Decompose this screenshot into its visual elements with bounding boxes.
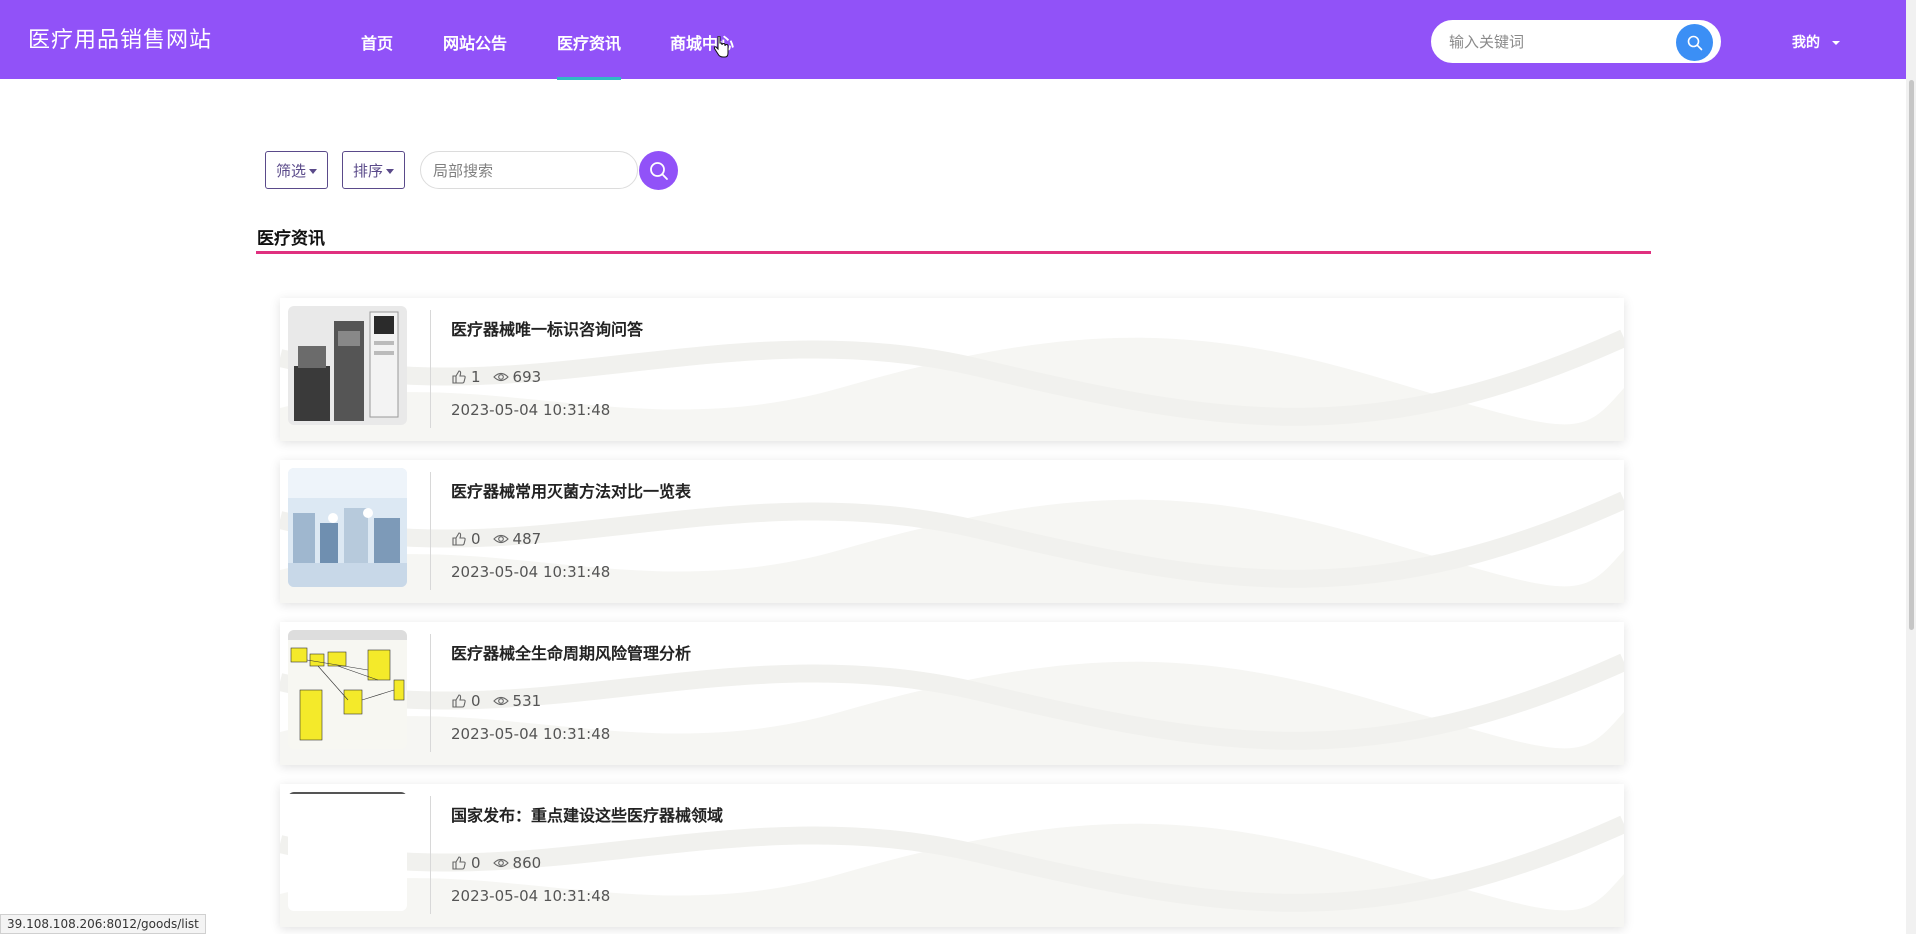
article-card[interactable]: 医疗器械唯一标识咨询问答 1 693 2023-05-04 10:31:48 (280, 298, 1624, 441)
local-search-button[interactable] (639, 151, 678, 190)
top-navigation-bar: 医疗用品销售网站 首页 网站公告 医疗资讯 商城中心 我的 (0, 0, 1916, 80)
article-date: 2023-05-04 10:31:48 (451, 725, 611, 743)
eye-icon (492, 858, 509, 868)
article-title[interactable]: 医疗器械常用灭菌方法对比一览表 (451, 478, 691, 502)
eye-icon (492, 372, 509, 382)
thumbs-up-icon (452, 370, 466, 384)
filter-dropdown-button[interactable]: 筛选 (265, 151, 329, 189)
article-card[interactable]: 医疗器械全生命周期风险管理分析 0 531 2023-05-04 10:31:4… (280, 622, 1624, 765)
search-icon (1687, 35, 1702, 50)
view-stat: 860 (492, 854, 542, 872)
article-stats: 0 860 (451, 854, 553, 872)
nav-medical-news[interactable]: 医疗资讯 (557, 30, 622, 80)
like-stat[interactable]: 0 (451, 854, 481, 872)
user-menu-label: 我的 (1792, 35, 1820, 51)
sort-dropdown-button[interactable]: 排序 (342, 151, 406, 189)
section-divider (256, 251, 1651, 254)
global-search-input[interactable] (1449, 31, 1659, 53)
eye-icon (492, 696, 509, 706)
view-stat: 487 (492, 530, 542, 548)
nav-home[interactable]: 首页 (361, 30, 393, 54)
thumbs-up-icon (452, 856, 466, 870)
card-divider (430, 472, 431, 590)
section-title: 医疗资讯 (257, 229, 325, 249)
view-count: 531 (512, 692, 542, 710)
article-stats: 0 531 (451, 692, 553, 710)
caret-down-icon (309, 169, 318, 174)
global-search-button[interactable] (1676, 24, 1713, 61)
card-divider (430, 634, 431, 752)
like-count: 0 (471, 692, 481, 710)
thumbs-up-icon (452, 532, 466, 546)
view-count: 860 (512, 854, 542, 872)
like-stat[interactable]: 1 (451, 368, 481, 386)
article-date: 2023-05-04 10:31:48 (451, 887, 611, 905)
article-thumbnail[interactable] (288, 468, 407, 587)
caret-down-icon (386, 169, 395, 174)
card-divider (430, 796, 431, 914)
site-title[interactable]: 医疗用品销售网站 (28, 22, 212, 54)
card-divider (430, 310, 431, 428)
sort-label: 排序 (353, 162, 384, 180)
article-card[interactable]: 国家发布：重点建设这些医疗器械领域 0 860 2023-05-04 10:31… (280, 784, 1624, 927)
view-stat: 693 (492, 368, 542, 386)
filter-label: 筛选 (276, 162, 307, 180)
user-menu-dropdown[interactable]: 我的 (1792, 32, 1840, 52)
article-stats: 1 693 (451, 368, 553, 386)
like-count: 0 (471, 854, 481, 872)
view-stat: 531 (492, 692, 542, 710)
article-title[interactable]: 医疗器械全生命周期风险管理分析 (451, 640, 691, 664)
article-thumbnail[interactable] (288, 630, 407, 749)
article-thumbnail[interactable] (288, 306, 407, 425)
status-bar-url: 39.108.108.206:8012/goods/list (0, 914, 206, 934)
like-stat[interactable]: 0 (451, 530, 481, 548)
article-date: 2023-05-04 10:31:48 (451, 401, 611, 419)
scrollbar-thumb[interactable] (1909, 80, 1914, 630)
article-card[interactable]: 医疗器械常用灭菌方法对比一览表 0 487 2023-05-04 10:31:4… (280, 460, 1624, 603)
thumbs-up-icon (452, 694, 466, 708)
view-count: 487 (512, 530, 542, 548)
local-search-input[interactable] (433, 161, 623, 181)
global-search (1431, 20, 1721, 63)
article-stats: 0 487 (451, 530, 553, 548)
search-icon (649, 161, 668, 180)
eye-icon (492, 534, 509, 544)
chevron-down-icon (1832, 41, 1840, 45)
article-title[interactable]: 医疗器械唯一标识咨询问答 (451, 316, 643, 340)
like-count: 1 (471, 368, 481, 386)
article-title[interactable]: 国家发布：重点建设这些医疗器械领域 (451, 802, 723, 826)
nav-announcements[interactable]: 网站公告 (443, 30, 507, 54)
like-stat[interactable]: 0 (451, 692, 481, 710)
local-search (420, 151, 638, 189)
article-date: 2023-05-04 10:31:48 (451, 563, 611, 581)
view-count: 693 (512, 368, 542, 386)
article-thumbnail[interactable] (288, 792, 407, 911)
mouse-cursor-icon (713, 36, 729, 58)
like-count: 0 (471, 530, 481, 548)
